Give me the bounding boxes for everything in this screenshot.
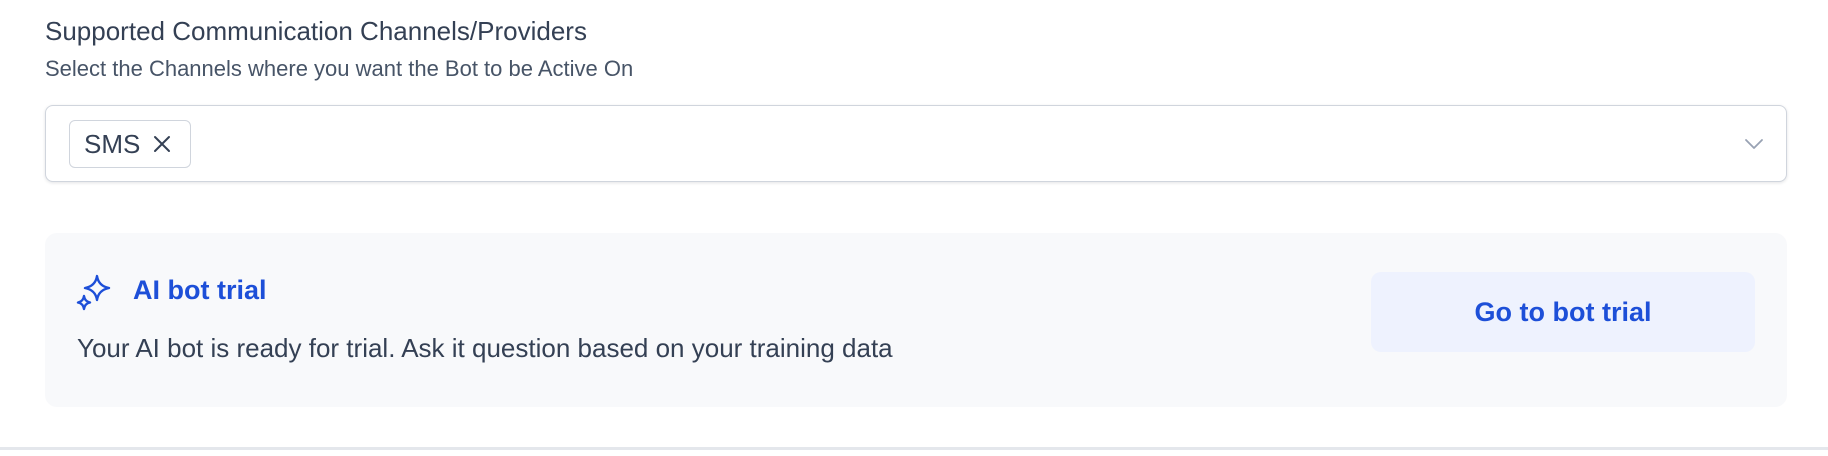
go-to-bot-trial-button[interactable]: Go to bot trial	[1371, 272, 1755, 352]
ai-bot-trial-panel: AI bot trial Your AI bot is ready for tr…	[45, 233, 1787, 407]
close-icon[interactable]	[150, 132, 174, 156]
trial-title: AI bot trial	[133, 275, 267, 305]
chevron-down-icon[interactable]	[1742, 132, 1766, 156]
sparkles-icon	[76, 274, 111, 311]
channels-title: Supported Communication Channels/Provide…	[45, 16, 587, 46]
channels-description: Select the Channels where you want the B…	[45, 56, 634, 81]
trial-description: Your AI bot is ready for trial. Ask it q…	[77, 333, 893, 363]
bot-settings-card: Supported Communication Channels/Provide…	[0, 0, 1828, 450]
selected-channel-label: SMS	[84, 128, 141, 159]
selected-channel-tag: SMS	[69, 120, 192, 168]
channels-multiselect[interactable]: SMS	[45, 105, 1787, 182]
